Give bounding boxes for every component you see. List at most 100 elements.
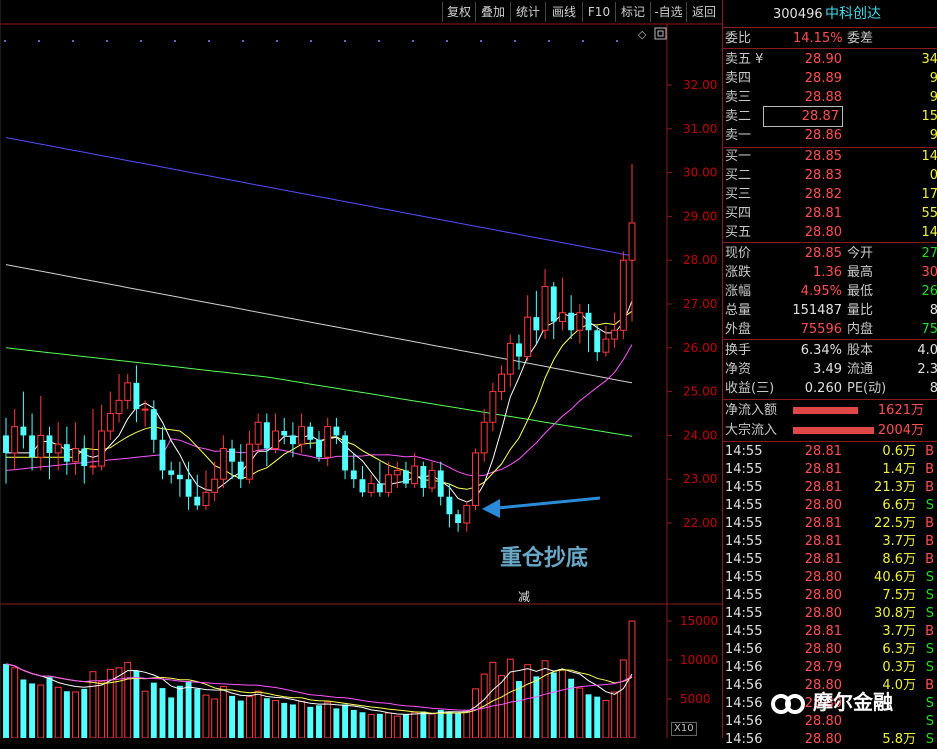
window-toggle-inner bbox=[657, 30, 664, 37]
volume-bar-down bbox=[159, 688, 166, 738]
candle-body-down bbox=[20, 426, 27, 436]
tick-direction: B bbox=[925, 624, 934, 639]
ask-label: 卖一 bbox=[725, 128, 752, 143]
divider bbox=[723, 48, 937, 49]
candle-body-up bbox=[211, 478, 219, 493]
kline-chart[interactable]: ◇ 32.00 31.00 30.00 29.00 28.00 27.00 26.00 25.0… bbox=[0, 0, 722, 738]
volume-bar-down bbox=[185, 681, 192, 738]
volume-bar-up bbox=[54, 686, 62, 738]
tick-volume: 8.6万 bbox=[882, 552, 916, 567]
fund-value: 3.49 bbox=[813, 362, 842, 377]
tick-direction: B bbox=[925, 534, 934, 549]
candle-body-up bbox=[141, 408, 149, 411]
bid-price: 28.80 bbox=[804, 225, 842, 240]
tick-volume: 3.7万 bbox=[882, 534, 916, 549]
dot-marker bbox=[412, 40, 414, 42]
candle-body-up bbox=[498, 373, 506, 393]
dot-marker bbox=[582, 40, 584, 42]
quote-label: 最低 bbox=[847, 284, 874, 299]
candle-body-down bbox=[550, 286, 557, 322]
dot-marker bbox=[72, 40, 74, 42]
volume-bar-up bbox=[498, 675, 506, 738]
fund-value: 0.260 bbox=[804, 381, 842, 396]
quote-row: 总量 151487 量比 8 bbox=[723, 301, 937, 320]
volume-bar-up bbox=[11, 667, 19, 738]
volume-bar-down bbox=[550, 672, 557, 738]
candle-body-up bbox=[393, 469, 401, 476]
ask-label: 卖四 bbox=[725, 71, 752, 86]
ask-row: 卖四 28.89 9 bbox=[723, 69, 937, 88]
volume-bar-down bbox=[446, 711, 453, 738]
quote-panel: 300496 中科创达 委比 14.15% 委差 卖五 ¥28.90 34 卖四 28.89 9 卖… bbox=[722, 0, 937, 747]
candle-body-up bbox=[219, 448, 227, 480]
candle-body-down bbox=[455, 514, 462, 523]
volume-bar-down bbox=[263, 698, 270, 738]
fund-label: 净资 bbox=[725, 362, 752, 377]
candle-body-down bbox=[176, 474, 183, 480]
tick-direction: B bbox=[925, 552, 934, 567]
candle-body-down bbox=[159, 439, 166, 471]
flow-value: 2004万 bbox=[877, 423, 924, 438]
price-axis-label: 32.00 bbox=[683, 78, 717, 92]
volume-bar-up bbox=[211, 698, 219, 738]
quote-value: 151487 bbox=[792, 303, 842, 318]
zoom-x10-button[interactable]: X10 bbox=[671, 722, 697, 736]
tick-price: 28.80 bbox=[804, 498, 842, 513]
ask-volume: 34 bbox=[921, 52, 937, 67]
fund-value: 6.34% bbox=[800, 343, 842, 358]
quote-label: 今开 bbox=[847, 246, 874, 261]
volume-bar-down bbox=[46, 677, 53, 738]
volume-bar-up bbox=[324, 701, 332, 738]
candle-body-down bbox=[263, 422, 270, 449]
candle-body-down bbox=[359, 479, 366, 493]
candle-body-down bbox=[342, 435, 349, 471]
bid-price: 28.81 bbox=[804, 206, 842, 221]
volume-bar-down bbox=[63, 691, 70, 738]
ask-volume: 9 bbox=[929, 90, 937, 105]
volume-bar-down bbox=[402, 714, 409, 738]
tick-volume: 3.7万 bbox=[882, 624, 916, 639]
tick-direction: B bbox=[925, 516, 934, 531]
candle-body-up bbox=[254, 421, 262, 445]
dot-marker bbox=[480, 40, 482, 42]
price-axis-label: 27.00 bbox=[683, 297, 717, 311]
tick-direction: S bbox=[925, 498, 934, 513]
quote-label: 量比 bbox=[847, 303, 874, 318]
volume-bar-down bbox=[437, 709, 444, 738]
tick-time: 14:55 bbox=[725, 498, 763, 513]
annotation-text: 重仓抄底 bbox=[500, 545, 589, 571]
candle-body-down bbox=[133, 382, 140, 410]
volume-bar-up bbox=[628, 620, 636, 738]
volume-bar-up bbox=[89, 671, 97, 738]
tick-row: 14:55 28.81 3.7万 B bbox=[723, 623, 937, 641]
candle-body-up bbox=[480, 421, 488, 454]
candle-body-down bbox=[185, 479, 192, 497]
volume-bar-down bbox=[455, 713, 462, 738]
bid-row: 买三 28.82 17 bbox=[723, 185, 937, 204]
candle-body-up bbox=[611, 329, 619, 340]
tick-time: 14:56 bbox=[725, 660, 763, 675]
candle-body-down bbox=[402, 470, 409, 484]
quote-row: 外盘 75596 内盘 75 bbox=[723, 320, 937, 339]
tick-price: 28.80 bbox=[804, 570, 842, 585]
candle-body-up bbox=[602, 338, 610, 353]
candle-body-down bbox=[229, 448, 236, 462]
tick-time: 14:55 bbox=[725, 516, 763, 531]
price-axis-label: 29.00 bbox=[683, 209, 717, 223]
dot-marker bbox=[38, 40, 40, 42]
dot-marker bbox=[208, 40, 210, 42]
candle-body-up bbox=[98, 430, 106, 467]
bid-row: 买一 28.85 14 bbox=[723, 147, 937, 166]
candle-body-up bbox=[558, 312, 566, 323]
tick-direction: B bbox=[925, 480, 934, 495]
ma60-line bbox=[5, 347, 633, 437]
volume-bar-up bbox=[472, 688, 479, 738]
ask-row: 卖三 28.88 9 bbox=[723, 88, 937, 107]
tick-volume: 5.8万 bbox=[882, 732, 916, 747]
volume-bar-down bbox=[281, 702, 288, 738]
tick-direction: S bbox=[925, 588, 934, 603]
tick-volume: 7.5万 bbox=[882, 588, 916, 603]
tick-time: 14:56 bbox=[725, 696, 763, 711]
volume-bar-up bbox=[541, 660, 549, 738]
fund-label: 换手 bbox=[725, 343, 752, 358]
